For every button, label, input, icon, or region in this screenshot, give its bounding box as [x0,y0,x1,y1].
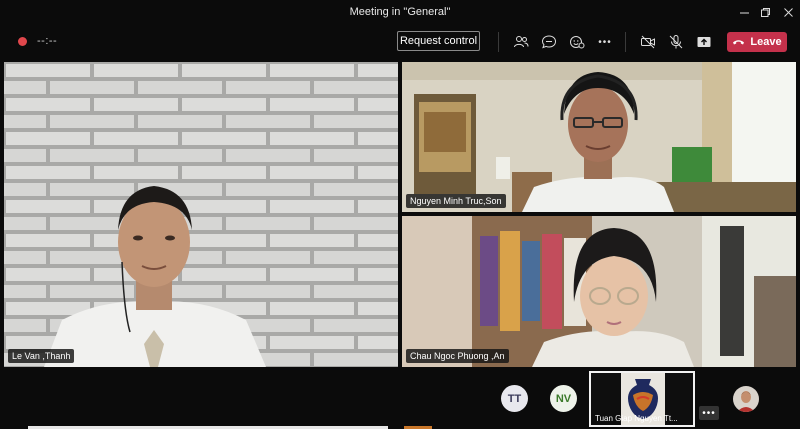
chat-icon [541,35,557,49]
camera-off-icon [641,35,655,49]
more-icon: ••• [702,407,716,419]
title-bar: Meeting in "General" [0,0,800,24]
video-tile-bottom-right[interactable]: Chau Ngoc Phuong ,An [402,216,796,367]
video-tile-top-right[interactable]: Nguyen Minh Truc,Son [402,62,796,212]
avatar-initials: TT [507,392,522,405]
close-button[interactable] [775,2,800,22]
participant-name-label: Chau Ngoc Phuong ,An [406,349,509,363]
video-tile-main[interactable]: Le Van ,Thanh [4,62,398,367]
more-icon: ••• [598,36,612,48]
participant-thumbnail[interactable]: Tuan Giap Nguyen Tt... [589,371,695,427]
participant-name-label: Le Van ,Thanh [8,349,75,363]
leave-button[interactable]: Leave [727,32,787,52]
participant-avatar-tt[interactable]: TT [501,385,528,412]
participant-avatar-nv[interactable]: NV [550,385,577,412]
participant-name-label: Nguyen Minh Truc,Son [406,194,506,208]
raise-hand-icon [570,36,585,49]
close-icon [783,7,793,17]
window-title: Meeting in "General" [349,6,451,18]
participants-button[interactable] [511,32,531,52]
restore-icon [760,7,770,17]
recording-indicator-icon [18,37,27,46]
avatar-initials: NV [555,392,572,405]
reactions-button[interactable] [567,32,587,52]
user-photo-icon [733,386,759,412]
phone-hangup-icon [733,40,745,45]
request-control-button[interactable]: Request control [397,31,480,51]
share-tray-icon [697,37,711,47]
more-actions-button[interactable]: ••• [595,32,615,52]
mic-toggle-button[interactable] [666,32,686,52]
toolbar-divider [625,32,626,52]
participant-video [4,62,398,367]
share-screen-button[interactable] [694,32,714,52]
chat-button[interactable] [539,32,559,52]
camera-toggle-button[interactable] [638,32,658,52]
toolbar-divider [498,32,499,52]
participant-video [402,62,796,212]
meeting-timer: --:-- [37,35,58,47]
participant-video [402,216,796,367]
mic-off-icon [669,35,683,49]
more-participants-button[interactable]: ••• [699,406,719,420]
minimize-icon [739,12,749,13]
participant-avatar-photo[interactable] [733,386,759,412]
people-icon [514,36,529,48]
meeting-toolbar: --:-- Request control ••• Leave [0,24,800,60]
thumbnail-name-label: Tuan Giap Nguyen Tt... [595,414,678,423]
leave-label: Leave [750,36,782,48]
